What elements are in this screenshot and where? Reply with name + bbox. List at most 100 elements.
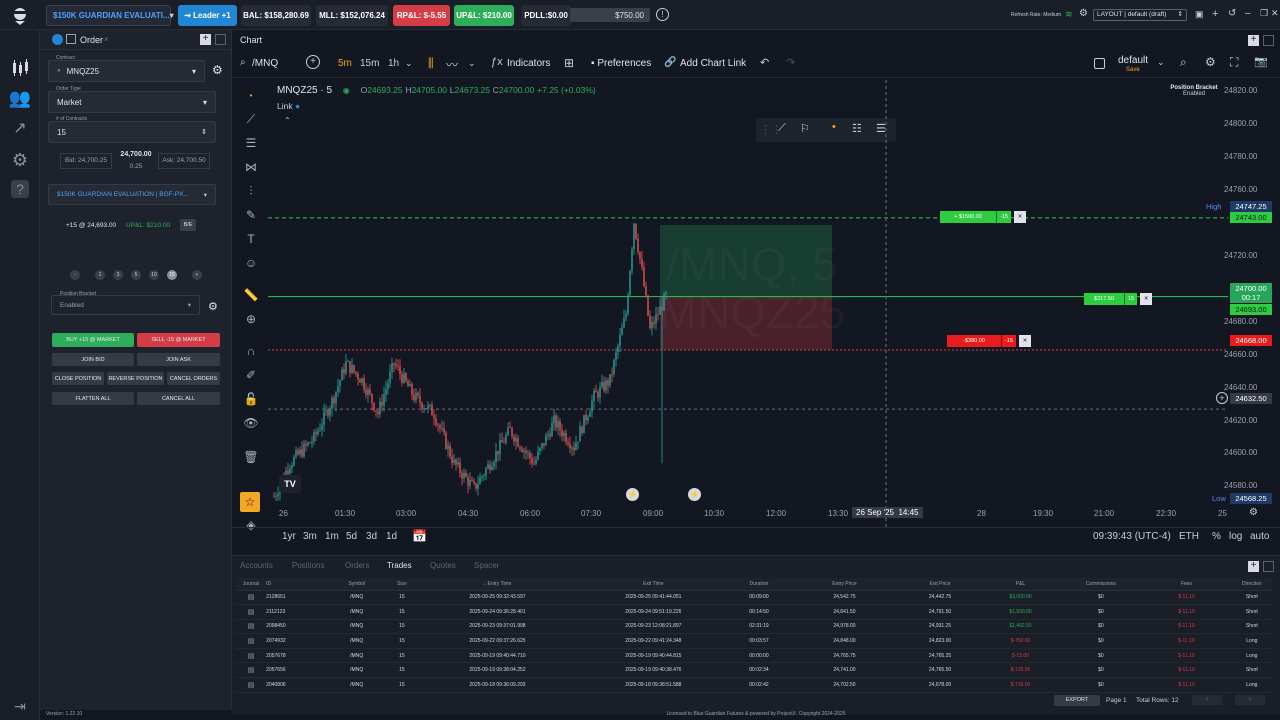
fib-icon[interactable]: ⫶ bbox=[242, 182, 260, 200]
journal-icon[interactable]: ▤ bbox=[236, 633, 267, 649]
restore-icon[interactable]: ❐ bbox=[1260, 8, 1268, 19]
position-close-icon[interactable]: ✕ bbox=[1140, 293, 1153, 305]
log-scale-toggle[interactable]: log bbox=[1229, 531, 1242, 542]
table-row[interactable]: ▤ 2057656/MNQ 15 2025-09-19 09:38:04.252 202… bbox=[236, 662, 1272, 679]
breakeven-button[interactable]: B/E bbox=[180, 219, 196, 231]
table-row[interactable]: ▤ 2112123/MNQ 15 2025-09-24 09:36:28.401 202… bbox=[236, 604, 1272, 620]
col-size[interactable]: Size bbox=[386, 578, 418, 591]
indicators-button[interactable]: Indicators bbox=[507, 58, 550, 69]
ruler-icon[interactable]: 📏 bbox=[242, 286, 260, 304]
table-row[interactable]: ▤ 2074932/MNQ 15 2025-09-22 09:37:26.625 202… bbox=[236, 633, 1272, 649]
col-symbol[interactable]: Symbol bbox=[326, 578, 387, 591]
camera-icon[interactable]: 📷 bbox=[1254, 55, 1268, 68]
analytics-icon[interactable]: ↗ bbox=[8, 116, 32, 140]
journal-icon[interactable]: ▤ bbox=[236, 677, 267, 693]
export-button[interactable]: EXPORT bbox=[1054, 695, 1100, 706]
layout-name[interactable]: default bbox=[1118, 55, 1148, 66]
compare-add-icon[interactable]: + bbox=[306, 55, 320, 69]
col-pnl[interactable]: P&L bbox=[980, 578, 1061, 591]
col-journal[interactable]: Journal bbox=[236, 578, 267, 591]
journal-icon[interactable]: ▤ bbox=[236, 590, 267, 606]
journal-icon[interactable]: ▤ bbox=[236, 648, 267, 664]
zoom-in-icon[interactable]: ⊕ bbox=[242, 310, 260, 328]
save-layout-icon[interactable]: ▣ bbox=[1195, 9, 1204, 20]
journal-icon[interactable]: ▤ bbox=[236, 604, 267, 620]
table-row[interactable]: ▤ 2128651/MNQ 15 2025-09-25 09:32:43.597 202… bbox=[236, 590, 1272, 606]
table-row[interactable]: ▤ 2098450/MNQ 15 2025-09-23 09:37:01.998 202… bbox=[236, 619, 1272, 635]
table-row[interactable]: ▤ 2057678/MNQ 15 2025-09-19 09:40:44.710 202… bbox=[236, 648, 1272, 664]
tab-accounts[interactable]: Accounts bbox=[240, 561, 273, 570]
layout-select[interactable]: LAYOUT | default (draft) ⇕ bbox=[1093, 9, 1187, 21]
leader-button[interactable]: ⇝ Leader +1 bbox=[178, 5, 237, 26]
journal-icon[interactable]: ▤ bbox=[236, 619, 267, 635]
close-icon[interactable]: ✕ bbox=[1271, 8, 1279, 19]
pencil-lock-icon[interactable]: ✐ bbox=[242, 366, 260, 384]
chevron-down-icon[interactable]: ⌄ bbox=[405, 58, 413, 69]
join-ask-button[interactable]: JOIN ASK bbox=[137, 353, 220, 366]
contract-select[interactable]: ● MNQZ25 ▾ bbox=[48, 60, 205, 82]
interval-5m[interactable]: 5m bbox=[338, 58, 352, 69]
sell-market-button[interactable]: SELL -15 @ MARKET bbox=[137, 333, 220, 347]
maximize-panel-icon[interactable] bbox=[1263, 561, 1274, 572]
trend-line-icon[interactable]: ⟋ bbox=[242, 110, 260, 128]
pattern-icon[interactable]: ⋈ bbox=[242, 158, 260, 176]
symbol-search[interactable]: /MNQ bbox=[252, 58, 278, 69]
col-direction[interactable]: Direction bbox=[1231, 578, 1272, 591]
qty-plus-button[interactable]: + bbox=[192, 270, 202, 280]
date-range-icon[interactable]: 📅 bbox=[412, 529, 427, 543]
tab-spacer[interactable]: Spacer bbox=[474, 561, 499, 570]
qty-option-1[interactable]: 1 bbox=[95, 270, 105, 280]
flatten-all-button[interactable]: FLATTEN ALL bbox=[52, 392, 134, 405]
tab-positions[interactable]: Positions bbox=[292, 561, 324, 570]
app-logo-icon[interactable] bbox=[10, 6, 30, 26]
qty-option-15[interactable]: 15 bbox=[167, 270, 177, 280]
col-fees[interactable]: Fees bbox=[1141, 578, 1232, 591]
session-toggle[interactable]: ETH bbox=[1179, 531, 1199, 542]
info-icon[interactable]: ! bbox=[656, 8, 669, 21]
col-entry-time[interactable]: ↓ Entry Time bbox=[417, 578, 578, 591]
col-id[interactable]: ID bbox=[266, 578, 327, 591]
stepper-icon[interactable]: ⇕ bbox=[201, 128, 207, 136]
candlestick-chart-icon[interactable] bbox=[8, 56, 32, 80]
add-chart-link-button[interactable]: Add Chart Link bbox=[680, 58, 746, 69]
account-select[interactable]: $150K GUARDIAN EVALUATION | BGF-PX... ▾ bbox=[48, 184, 216, 205]
chart-tab[interactable]: Chart bbox=[240, 35, 262, 45]
gear-icon[interactable]: ⚙ bbox=[1079, 8, 1088, 19]
range-1d[interactable]: 1d bbox=[386, 531, 397, 542]
auto-scale-toggle[interactable]: auto bbox=[1250, 531, 1269, 542]
contracts-input[interactable]: 15 ⇕ bbox=[48, 121, 216, 143]
quick-search-icon[interactable]: ⌕ bbox=[1180, 55, 1187, 70]
undo-icon[interactable]: ↶ bbox=[760, 56, 769, 69]
range-5d[interactable]: 5d bbox=[346, 531, 357, 542]
chevron-down-icon[interactable]: ⌄ bbox=[468, 58, 476, 69]
qty-minus-button[interactable]: - bbox=[70, 270, 80, 280]
ask-box[interactable]: Ask: 24,700.50 bbox=[158, 153, 210, 169]
event-lightning-icon[interactable]: ⚡ bbox=[688, 488, 701, 501]
maximize-panel-icon[interactable] bbox=[1263, 35, 1274, 46]
add-panel-icon[interactable]: + bbox=[1248, 35, 1259, 46]
close-position-button[interactable]: CLOSE POSITION bbox=[52, 372, 104, 385]
range-1yr[interactable]: 1yr bbox=[282, 531, 296, 542]
layout-grid-icon[interactable]: ⊞ bbox=[564, 56, 574, 70]
position-bracket-select[interactable]: Enabled ▾ bbox=[51, 295, 200, 315]
preferences-button[interactable]: ▪ Preferences bbox=[591, 58, 651, 69]
prev-page-button[interactable]: ‹ bbox=[1192, 695, 1222, 705]
tab-quotes[interactable]: Quotes bbox=[430, 561, 456, 570]
crosshair-icon[interactable]: • bbox=[242, 86, 260, 104]
take-profit-order[interactable]: + $1500.00 -15 ✕ bbox=[940, 211, 1026, 223]
table-row[interactable]: ▤ 2040806/MNQ 15 2025-09-18 09:36:09.293 202… bbox=[236, 677, 1272, 693]
horizontal-lines-icon[interactable]: ☰ bbox=[242, 134, 260, 152]
tab-trades[interactable]: Trades bbox=[387, 561, 412, 570]
redo-icon[interactable]: ↷ bbox=[786, 56, 795, 69]
event-lightning-icon[interactable]: ⚡ bbox=[626, 488, 639, 501]
trash-icon[interactable]: 🗑 bbox=[242, 448, 260, 466]
maximize-panel-icon[interactable] bbox=[215, 34, 226, 45]
reverse-position-button[interactable]: REVERSE POSITION bbox=[107, 372, 164, 385]
position-order[interactable]: $217.50 15 ✕ bbox=[1084, 293, 1153, 305]
lock-icon[interactable]: 🔓 bbox=[242, 390, 260, 408]
journal-icon[interactable]: ▤ bbox=[236, 662, 267, 679]
chevron-down-icon[interactable]: ⌄ bbox=[1157, 57, 1165, 68]
text-icon[interactable]: T bbox=[242, 230, 260, 248]
layout-save[interactable]: Save bbox=[1126, 67, 1140, 73]
col-commissions[interactable]: Commissions bbox=[1060, 578, 1142, 591]
